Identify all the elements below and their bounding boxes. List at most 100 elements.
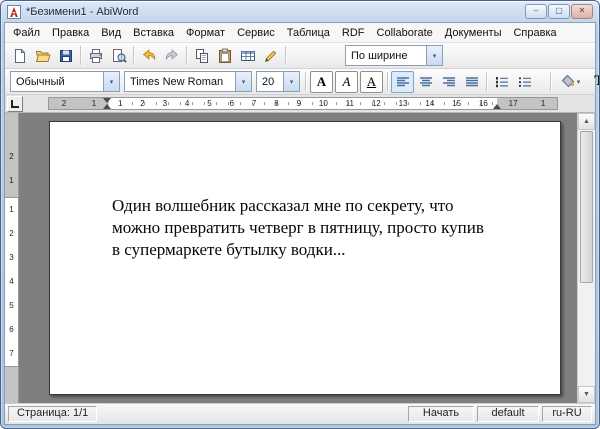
chevron-down-icon[interactable]: ▾ bbox=[235, 72, 251, 91]
bold-button[interactable]: А bbox=[310, 71, 333, 93]
undo-button[interactable] bbox=[137, 45, 160, 67]
menu-item-help[interactable]: Справка bbox=[507, 26, 562, 40]
status-spacer bbox=[100, 407, 405, 421]
title-bar[interactable]: *Безимени1 - AbiWord – ▢ ✕ bbox=[1, 1, 599, 22]
status-language[interactable]: ru-RU bbox=[542, 406, 592, 422]
scrollbar-track[interactable] bbox=[578, 284, 595, 386]
status-insert-mode[interactable]: Начать bbox=[408, 406, 474, 422]
font-color-button[interactable]: T ▾ bbox=[586, 71, 600, 93]
ruler-number: 1 bbox=[118, 99, 122, 108]
menu-item-documents[interactable]: Документы bbox=[439, 26, 508, 40]
ruler-number: 1 bbox=[541, 99, 545, 108]
chevron-down-icon[interactable]: ▾ bbox=[577, 78, 581, 86]
right-indent-marker[interactable] bbox=[493, 104, 501, 109]
fill-color-button[interactable]: ▾ bbox=[554, 71, 586, 93]
ruler-number: 7 bbox=[252, 99, 256, 108]
text-line: Один волшебник рассказал мне по секрету,… bbox=[112, 195, 520, 217]
style-select[interactable]: Обычный ▾ bbox=[10, 71, 120, 92]
ruler-right-margin[interactable]: 17 1 bbox=[497, 98, 557, 109]
menu-item-rdf[interactable]: RDF bbox=[336, 26, 371, 40]
ruler-number: 2 bbox=[5, 145, 18, 169]
align-justify-button[interactable] bbox=[460, 71, 483, 93]
italic-button[interactable]: А bbox=[335, 71, 358, 93]
chevron-down-icon[interactable]: ▾ bbox=[426, 46, 442, 65]
open-button[interactable] bbox=[31, 45, 54, 67]
first-line-indent-marker[interactable] bbox=[103, 98, 111, 103]
ruler-number: 1 bbox=[92, 99, 96, 108]
font-value: Times New Roman bbox=[125, 76, 235, 88]
standard-toolbar: По ширине ▾ bbox=[5, 43, 595, 69]
status-page-indicator: Страница: 1/1 bbox=[8, 406, 97, 422]
toolbar-separator bbox=[387, 72, 388, 91]
ruler-number: 2 bbox=[140, 99, 144, 108]
chevron-down-icon[interactable]: ▾ bbox=[283, 72, 299, 91]
scrollbar-thumb[interactable] bbox=[580, 131, 593, 283]
zoom-select[interactable]: По ширине ▾ bbox=[345, 45, 443, 66]
menu-item-edit[interactable]: Правка bbox=[46, 26, 95, 40]
font-size-select[interactable]: 20 ▾ bbox=[256, 71, 300, 92]
tab-stop-selector[interactable] bbox=[7, 96, 23, 112]
maximize-button[interactable]: ▢ bbox=[548, 4, 570, 19]
insert-table-button[interactable] bbox=[236, 45, 259, 67]
document-page[interactable]: Один волшебник рассказал мне по секрету,… bbox=[49, 121, 561, 395]
align-right-icon bbox=[442, 76, 456, 88]
ruler-number: 6 bbox=[230, 99, 234, 108]
menu-item-collaborate[interactable]: Collaborate bbox=[371, 26, 439, 40]
toolbar-separator bbox=[186, 46, 187, 65]
print-button[interactable] bbox=[84, 45, 107, 67]
ruler-number: 10 bbox=[319, 99, 328, 108]
menu-item-format[interactable]: Формат bbox=[180, 26, 231, 40]
formatting-toolbar: Обычный ▾ Times New Roman ▾ 20 ▾ А А А bbox=[5, 69, 595, 95]
text-line: можно превратить четверг в пятницу, прос… bbox=[112, 217, 520, 239]
horizontal-ruler[interactable]: 2 1 1 2 3 4 5 6 7 8 9 10 11 12 13 bbox=[48, 97, 558, 110]
minimize-button[interactable]: – bbox=[525, 4, 547, 19]
copy-button[interactable] bbox=[190, 45, 213, 67]
ruler-number: 4 bbox=[5, 270, 18, 294]
align-right-button[interactable] bbox=[437, 71, 460, 93]
print-preview-button[interactable] bbox=[107, 45, 130, 67]
menu-item-insert[interactable]: Вставка bbox=[127, 26, 180, 40]
vertical-ruler-top-margin: 2 1 bbox=[5, 113, 18, 197]
vertical-scrollbar[interactable]: ▲ ▼ bbox=[577, 113, 595, 403]
caption-buttons: – ▢ ✕ bbox=[525, 4, 593, 19]
scroll-down-icon[interactable]: ▼ bbox=[578, 386, 595, 403]
format-painter-button[interactable] bbox=[259, 45, 282, 67]
menu-item-file[interactable]: Файл bbox=[7, 26, 46, 40]
font-select[interactable]: Times New Roman ▾ bbox=[124, 71, 252, 92]
printer-icon bbox=[88, 48, 104, 64]
align-center-icon bbox=[419, 76, 433, 88]
align-left-button[interactable] bbox=[391, 71, 414, 93]
chevron-down-icon[interactable]: ▾ bbox=[103, 72, 119, 91]
vertical-ruler[interactable]: 2 1 1 2 3 4 5 6 7 bbox=[5, 113, 19, 403]
document-area[interactable]: Один волшебник рассказал мне по секрету,… bbox=[19, 113, 577, 403]
underline-button[interactable]: А bbox=[360, 71, 383, 93]
numbered-list-button[interactable] bbox=[490, 71, 513, 93]
save-button[interactable] bbox=[54, 45, 77, 67]
menu-item-tools[interactable]: Сервис bbox=[231, 26, 281, 40]
toolbar-separator bbox=[305, 72, 306, 91]
paragraph[interactable]: Один волшебник рассказал мне по секрету,… bbox=[112, 195, 520, 261]
align-center-button[interactable] bbox=[414, 71, 437, 93]
menu-item-table[interactable]: Таблица bbox=[281, 26, 336, 40]
ruler-text-area[interactable]: 1 2 3 4 5 6 7 8 9 10 11 12 13 14 15 16 bbox=[109, 98, 497, 109]
new-document-button[interactable] bbox=[8, 45, 31, 67]
left-indent-marker[interactable] bbox=[103, 104, 111, 109]
status-style[interactable]: default bbox=[477, 406, 539, 422]
bullet-list-button[interactable] bbox=[513, 71, 536, 93]
scroll-up-icon[interactable]: ▲ bbox=[578, 113, 595, 130]
paint-bucket-icon bbox=[560, 74, 576, 90]
close-button[interactable]: ✕ bbox=[571, 4, 593, 19]
tab-stop-l-icon bbox=[11, 100, 19, 108]
ruler-number: 13 bbox=[399, 99, 408, 108]
status-bar: Страница: 1/1 Начать default ru-RU bbox=[5, 403, 595, 424]
menu-item-view[interactable]: Вид bbox=[95, 26, 127, 40]
redo-button[interactable] bbox=[160, 45, 183, 67]
toolbar-separator bbox=[550, 72, 551, 91]
ruler-left-margin[interactable]: 2 1 bbox=[49, 98, 109, 109]
toolbar-separator bbox=[486, 72, 487, 91]
ruler-number: 17 bbox=[509, 99, 518, 108]
save-floppy-icon bbox=[58, 48, 74, 64]
paste-button[interactable] bbox=[213, 45, 236, 67]
ruler-number: 3 bbox=[163, 99, 167, 108]
ruler-number: 16 bbox=[479, 99, 488, 108]
